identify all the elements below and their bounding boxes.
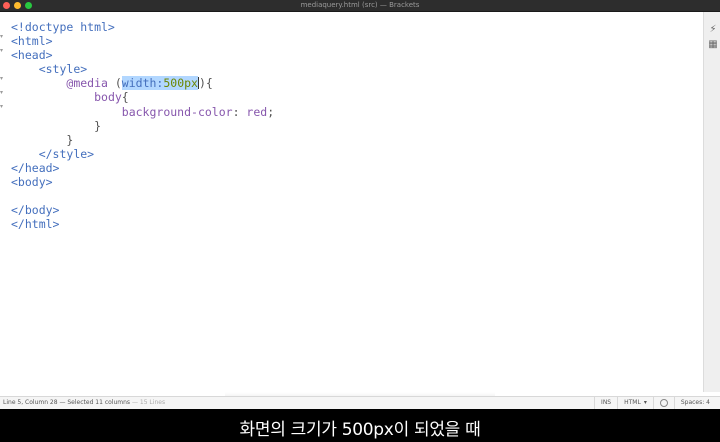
code-line[interactable]: @media (width:500px){ [11, 76, 274, 91]
code-token: ( [107, 76, 122, 91]
code-token: { [121, 90, 129, 105]
cursor-position-info: Line 5, Column 28 — Selected 11 columns … [3, 397, 165, 409]
code-token: background-color [121, 104, 233, 119]
code-token: </head> [11, 160, 60, 175]
code-token: width: [121, 76, 164, 91]
live-preview-icon[interactable]: ⚡ [708, 25, 718, 35]
language-label: HTML [624, 399, 641, 406]
code-token: </style> [38, 146, 95, 161]
code-line[interactable]: } [11, 133, 274, 147]
right-toolbar: ⚡ ▦ [703, 12, 720, 392]
code-token: body [94, 90, 122, 105]
code-token: red [246, 104, 268, 119]
code-line[interactable]: </style> [11, 147, 274, 161]
code-line[interactable]: background-color: red; [11, 105, 274, 119]
linter-status[interactable] [652, 397, 674, 409]
window-title: mediaquery.html (src) — Brackets [300, 1, 420, 9]
code-editor[interactable]: <!doctype html> <html> <head> <style> @med… [0, 12, 703, 392]
code-token: } [11, 118, 102, 133]
code-token: <!doctype html> [11, 20, 115, 34]
code-line[interactable]: <body> [11, 175, 274, 189]
code-line[interactable]: </body> [11, 203, 274, 217]
code-token: 500px [163, 76, 198, 91]
fold-arrow-icon[interactable]: ▾ [0, 48, 5, 54]
code-line[interactable]: <html> [11, 34, 274, 48]
code-line[interactable]: <!doctype html> [11, 20, 274, 34]
code-token: ){ [198, 76, 213, 91]
language-selector[interactable]: HTML ▾ [617, 397, 653, 409]
code-line[interactable]: </head> [11, 161, 274, 175]
extension-manager-icon[interactable]: ▦ [708, 40, 718, 50]
fold-arrow-icon[interactable]: ▾ [0, 34, 5, 40]
code-token: <html> [11, 34, 53, 49]
code-token: <head> [11, 48, 53, 63]
code-token: </body> [11, 203, 60, 218]
code-line[interactable]: <style> [11, 62, 274, 76]
code-token: <body> [11, 175, 53, 190]
code-token: : [232, 104, 247, 119]
video-subtitle: 화면의 크기가 500px이 되었을 때 [239, 420, 481, 440]
fold-arrow-icon[interactable]: ▾ [0, 76, 5, 82]
code-token: ; [267, 104, 275, 119]
line-count-text: — 15 Lines [131, 399, 166, 406]
code-token: </html> [11, 217, 60, 232]
code-line[interactable]: } [11, 119, 274, 133]
code-token: <style> [38, 62, 88, 77]
indent-setting[interactable]: Spaces: 4 [673, 397, 716, 409]
chevron-down-icon: ▾ [643, 399, 647, 406]
code-line[interactable] [11, 189, 274, 203]
fold-arrow-icon[interactable]: ▾ [0, 104, 5, 110]
cursor-info-text: Line 5, Column 28 — Selected 11 columns [3, 399, 131, 406]
brackets-window: mediaquery.html (src) — Brackets <!docty… [0, 0, 720, 442]
linter-status-icon [659, 399, 668, 407]
status-indicators: INS HTML ▾ Spaces: 4 [594, 397, 716, 409]
code-line[interactable]: body{ [11, 90, 274, 104]
title-bar: mediaquery.html (src) — Brackets [0, 0, 720, 12]
code-line[interactable]: </html> [11, 217, 274, 231]
insert-mode-toggle[interactable]: INS [594, 397, 617, 409]
code-fold-gutter: ▾ ▾ ▾ ▾ ▾ [0, 12, 6, 392]
code-line[interactable]: <head> [11, 48, 274, 62]
status-bar: Line 5, Column 28 — Selected 11 columns … [0, 396, 720, 409]
fold-arrow-icon[interactable]: ▾ [0, 90, 5, 96]
code-token: } [11, 132, 74, 147]
code-token: @media [66, 76, 108, 91]
code-content[interactable]: <!doctype html> <html> <head> <style> @med… [11, 20, 274, 231]
